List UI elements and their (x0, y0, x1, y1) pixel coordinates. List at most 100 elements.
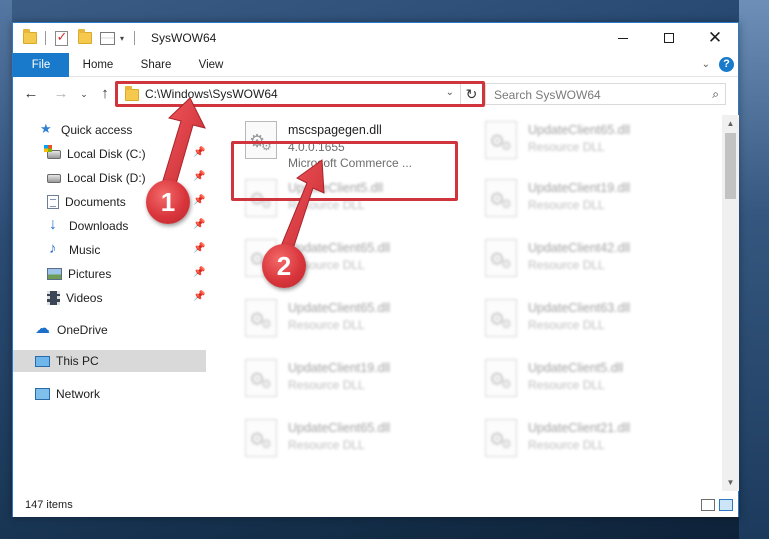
file-item[interactable]: UpdateClient5.dll Resource DLL (473, 355, 698, 411)
sidebar-item-label: This PC (56, 354, 99, 368)
sidebar-item-label: Quick access (61, 123, 133, 137)
sidebar-item-videos[interactable]: Videos 📌 (13, 287, 206, 309)
sidebar-item-network[interactable]: Network (13, 383, 206, 405)
ribbon-tabs: File Home Share View ⌄ ? (13, 53, 738, 77)
recent-locations-chevron-icon[interactable]: ⌄ (78, 84, 90, 104)
expand-ribbon-chevron-icon[interactable]: ⌄ (702, 59, 710, 70)
item-count: 147 items (25, 499, 73, 511)
file-type: Resource DLL (288, 198, 365, 212)
file-type: Resource DLL (528, 140, 605, 154)
sidebar-item-label: Network (56, 387, 101, 401)
pin-icon[interactable]: 📌 (193, 267, 205, 278)
file-name: UpdateClient65.dll (288, 421, 391, 435)
scroll-thumb[interactable] (725, 133, 736, 199)
tab-home[interactable]: Home (73, 53, 123, 77)
network-icon (35, 388, 50, 400)
scroll-up-icon[interactable]: ▲ (722, 115, 739, 132)
title-separator-2 (129, 29, 139, 47)
dll-file-icon (485, 419, 517, 457)
minimize-icon (618, 37, 628, 39)
pin-icon[interactable]: 📌 (193, 219, 205, 230)
desktop-background-left (0, 0, 12, 539)
tab-share[interactable]: Share (131, 53, 181, 77)
address-dropdown-icon[interactable]: ⌄ (446, 87, 454, 98)
sidebar-item-onedrive[interactable]: OneDrive (13, 319, 206, 341)
sidebar-item-pictures[interactable]: Pictures 📌 (13, 263, 206, 285)
drive-icon (44, 144, 61, 159)
up-arrow-icon[interactable]: ↑ (95, 84, 115, 104)
forward-arrow-icon[interactable]: → (51, 84, 71, 104)
star-icon (39, 121, 55, 137)
title-separator (43, 29, 47, 47)
file-item[interactable]: UpdateClient65.dll Resource DLL (233, 295, 458, 351)
file-name: UpdateClient65.dll (288, 241, 391, 255)
search-icon: ⌕ (712, 87, 719, 101)
details-view-icon[interactable] (701, 499, 715, 511)
address-path[interactable]: C:\Windows\SysWOW64 (145, 87, 278, 101)
dll-file-icon (245, 299, 277, 337)
tab-view[interactable]: View (187, 53, 235, 77)
file-item-mscspagegen[interactable]: mscspagegen.dll 4.0.0.1655 Microsoft Com… (233, 117, 458, 173)
dll-file-icon (245, 121, 277, 159)
pin-icon[interactable]: 📌 (193, 147, 205, 158)
videos-icon (47, 291, 60, 305)
file-name: UpdateClient65.dll (288, 301, 391, 315)
file-item[interactable]: UpdateClient65.dll Resource DLL (473, 117, 698, 173)
file-type: Resource DLL (528, 198, 605, 212)
large-icons-view-icon[interactable] (719, 499, 733, 511)
properties-check-icon[interactable] (51, 29, 71, 47)
dll-file-icon (245, 419, 277, 457)
file-list: mscspagegen.dll 4.0.0.1655 Microsoft Com… (219, 115, 721, 491)
new-folder-icon[interactable] (75, 29, 95, 47)
minimize-button[interactable] (600, 23, 646, 53)
sidebar-item-label: Music (69, 243, 101, 257)
file-item[interactable]: UpdateClient19.dll Resource DLL (473, 175, 698, 231)
file-item[interactable]: UpdateClient19.dll Resource DLL (233, 355, 458, 411)
address-bar[interactable]: C:\Windows\SysWOW64 ⌄ (117, 83, 461, 105)
sidebar-item-quick-access[interactable]: Quick access (13, 119, 206, 141)
pin-icon[interactable]: 📌 (193, 195, 205, 206)
close-button[interactable]: ✕ (692, 23, 738, 53)
search-input[interactable] (494, 87, 694, 102)
sidebar-item-this-pc[interactable]: This PC (13, 350, 206, 372)
back-arrow-icon[interactable]: ← (21, 84, 41, 104)
file-name: UpdateClient5.dll (528, 361, 624, 375)
properties-icon[interactable] (97, 29, 117, 47)
tab-file[interactable]: File (13, 53, 69, 77)
file-item[interactable]: UpdateClient42.dll Resource DLL (473, 235, 698, 291)
documents-icon (47, 195, 59, 209)
pc-icon (35, 355, 50, 367)
drive-icon (47, 173, 61, 183)
sidebar-item-label: OneDrive (57, 323, 108, 337)
maximize-button[interactable] (646, 23, 692, 53)
file-name: UpdateClient63.dll (528, 301, 631, 315)
pictures-icon (47, 268, 62, 280)
customize-toolbar-icon[interactable]: ▾ (117, 29, 127, 47)
title-bar: ▾ SysWOW64 ✕ (13, 23, 738, 53)
pin-icon[interactable]: 📌 (193, 171, 205, 182)
file-type: Resource DLL (528, 378, 605, 392)
vertical-scrollbar[interactable]: ▲ ▼ (722, 115, 739, 491)
music-icon (47, 240, 63, 257)
search-box[interactable]: ⌕ (485, 83, 726, 105)
dll-file-icon (485, 179, 517, 217)
status-bar: 147 items (13, 493, 738, 517)
window-title: SysWOW64 (151, 31, 217, 45)
download-icon (47, 216, 63, 234)
file-name: mscspagegen.dll (288, 123, 382, 137)
step-1-badge: 1 (146, 180, 190, 224)
file-item[interactable]: UpdateClient65.dll Resource DLL (233, 415, 458, 471)
file-item[interactable]: UpdateClient63.dll Resource DLL (473, 295, 698, 351)
dll-file-icon (485, 299, 517, 337)
pin-icon[interactable]: 📌 (193, 291, 205, 302)
file-item[interactable]: UpdateClient21.dll Resource DLL (473, 415, 698, 471)
scroll-down-icon[interactable]: ▼ (722, 474, 739, 491)
refresh-icon[interactable]: ↻ (461, 83, 483, 105)
file-type: Resource DLL (288, 318, 365, 332)
file-item[interactable]: UpdateClient5.dll Resource DLL (233, 175, 458, 231)
pin-icon[interactable]: 📌 (193, 243, 205, 254)
sidebar-item-local-disk-c[interactable]: Local Disk (C:) 📌 (13, 143, 206, 165)
sidebar-item-label: Videos (66, 291, 103, 305)
sidebar-item-music[interactable]: Music 📌 (13, 239, 206, 261)
help-icon[interactable]: ? (719, 57, 734, 72)
